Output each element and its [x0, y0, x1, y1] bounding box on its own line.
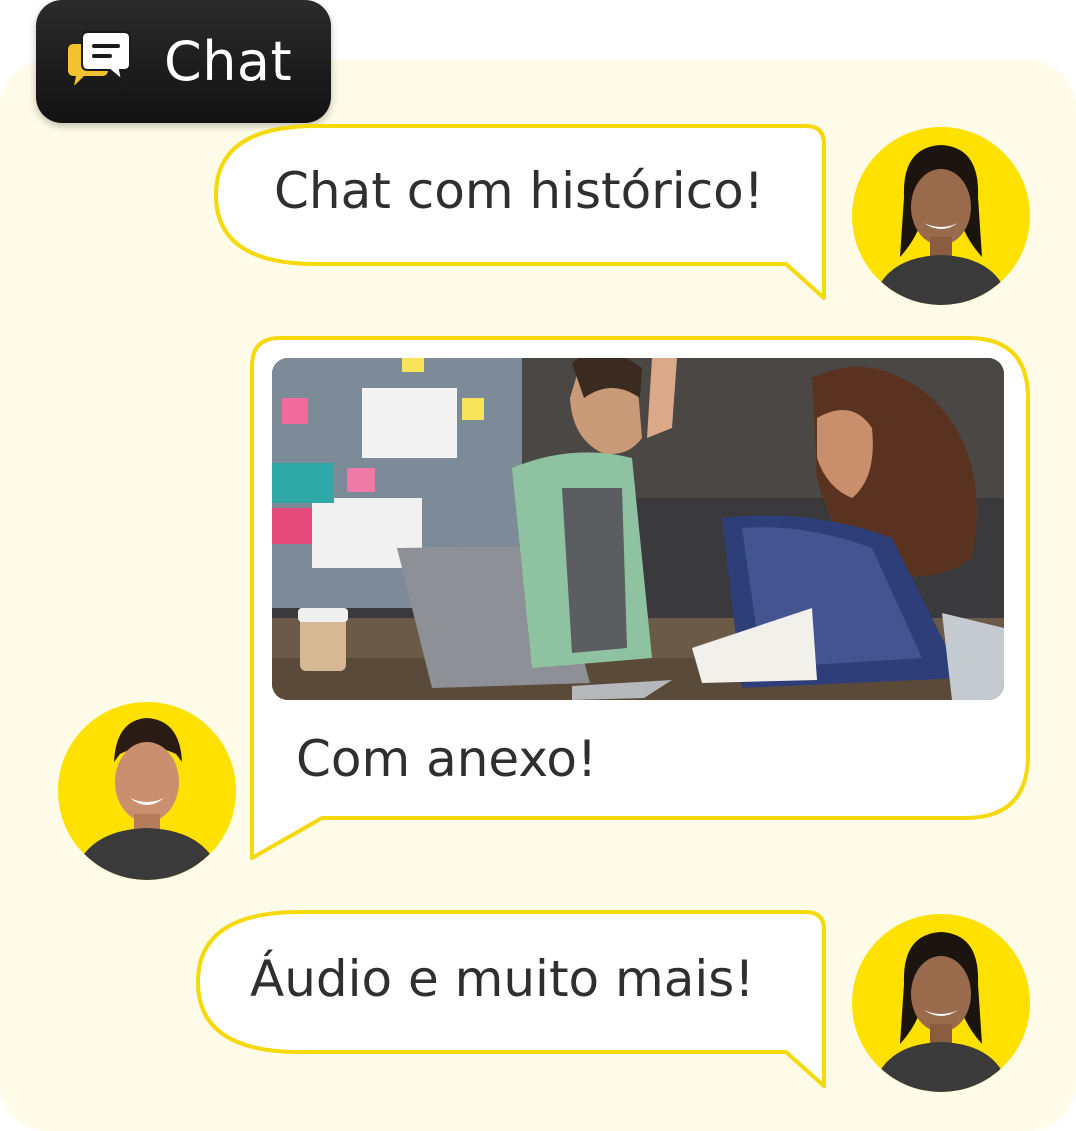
attachment-photo[interactable]: [272, 358, 1004, 700]
woman-avatar: [852, 127, 1030, 305]
man-avatar: [58, 702, 236, 880]
woman-avatar: [852, 914, 1030, 1092]
message-text-1: Chat com histórico!: [274, 162, 764, 220]
message-text-2: Com anexo!: [296, 730, 598, 788]
message-text-3: Áudio e muito mais!: [250, 950, 755, 1008]
